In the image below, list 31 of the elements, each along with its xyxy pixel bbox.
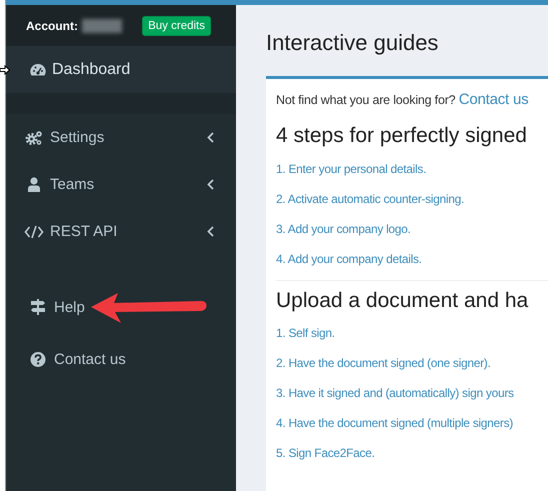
menu-item[interactable]: Contact us <box>6 333 236 385</box>
guide-link[interactable]: 3. Have it signed and (automatically) sign yours <box>276 378 548 408</box>
menu-item[interactable]: Teams <box>6 161 236 208</box>
signpost-icon <box>28 299 48 315</box>
section-heading: 4 steps for perfectly signed <box>276 123 528 149</box>
gears-icon <box>24 130 44 146</box>
buy-credits-button[interactable]: Buy credits <box>142 16 211 36</box>
chevron-icon <box>207 179 214 190</box>
guide-link[interactable]: 1. Enter your personal details. <box>276 154 548 184</box>
blurred-account-name <box>82 18 122 32</box>
guide-link[interactable]: 2. Have the document signed (one signer). <box>276 348 548 378</box>
menu-item[interactable]: Help <box>6 281 236 333</box>
guide-link[interactable]: 1. Self sign. <box>276 318 548 348</box>
code-icon <box>24 224 44 238</box>
chevron-icon <box>207 132 214 143</box>
chevron-icon <box>207 226 214 237</box>
question-icon <box>28 352 48 366</box>
guide-link[interactable]: 4. Have the document signed (multiple signers) <box>276 408 548 438</box>
guide-link[interactable]: 3. Add your company logo. <box>276 214 548 244</box>
menu-item[interactable]: Settings <box>6 114 236 161</box>
account-label: Account: <box>26 18 78 32</box>
guide-link[interactable]: 4. Add your company details. <box>276 244 548 274</box>
guide-link[interactable]: 2. Activate automatic counter-signing. <box>276 184 548 214</box>
intro-text: Not find what you are looking for? Contact us <box>276 90 530 110</box>
menu-item[interactable]: Dashboard <box>6 46 236 93</box>
gauge-icon <box>28 62 48 76</box>
contact-link[interactable]: Contact us <box>458 91 528 108</box>
menu-item[interactable]: REST API <box>6 208 236 255</box>
guide-link[interactable]: 5. Sign Face2Face. <box>276 438 548 468</box>
page-title: Interactive guides <box>266 29 440 57</box>
section-heading: Upload a document and ha <box>276 288 530 314</box>
